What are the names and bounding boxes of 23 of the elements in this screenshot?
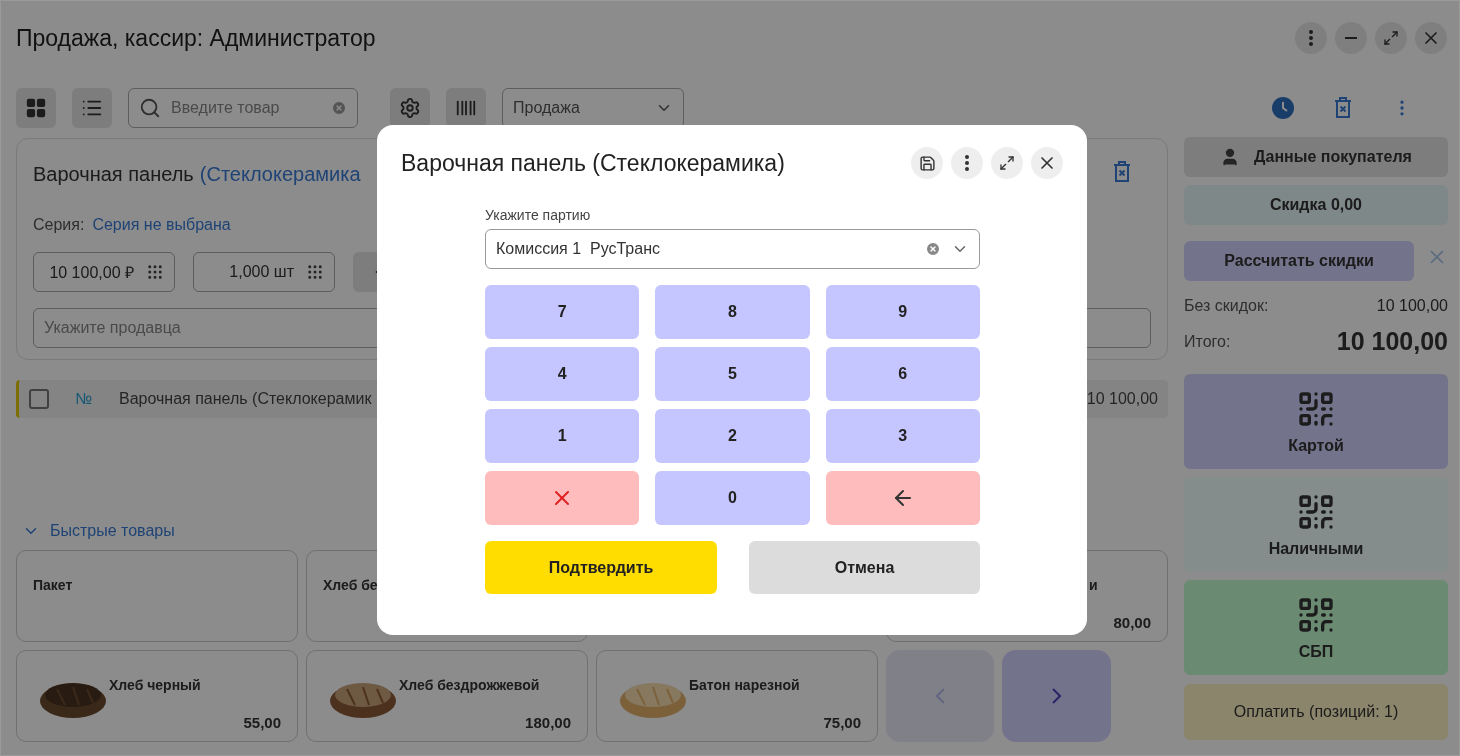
dialog-title: Варочная панель (Стеклокерамика) [401,149,785,177]
total-label: Итого: [1184,332,1231,351]
window-title: Продажа, кассир: Администратор [16,24,376,52]
product-price: 55,00 [243,714,281,731]
product-price: 75,00 [823,714,861,731]
product-name: Хлеб бездрожжевой [399,677,541,693]
item-title: Варочная панель [33,163,194,186]
total-value: 10 100,00 [1336,327,1448,356]
total-value: 10 100,00 [1376,297,1448,315]
item-title-detail: (Стеклокерамика [199,163,361,186]
series-label: Серия: [33,216,85,234]
row-number: № [75,390,94,408]
product-name: Хлеб бе [323,577,379,593]
product-price: 180,00 [525,714,571,731]
field-label: Укажите партию [485,207,592,223]
product-name: Пакет [33,577,74,593]
product-price: 80,00 [1113,614,1151,631]
row-name: Варочная панель (Стеклокерамик [119,390,372,408]
row-amount: 10 100,00 [1086,390,1158,408]
product-name: Батон нарезной [689,677,801,693]
product-name: Хлеб черный [109,677,202,693]
total-label: Без скидок: [1184,297,1269,315]
product-name: и [1089,577,1099,593]
